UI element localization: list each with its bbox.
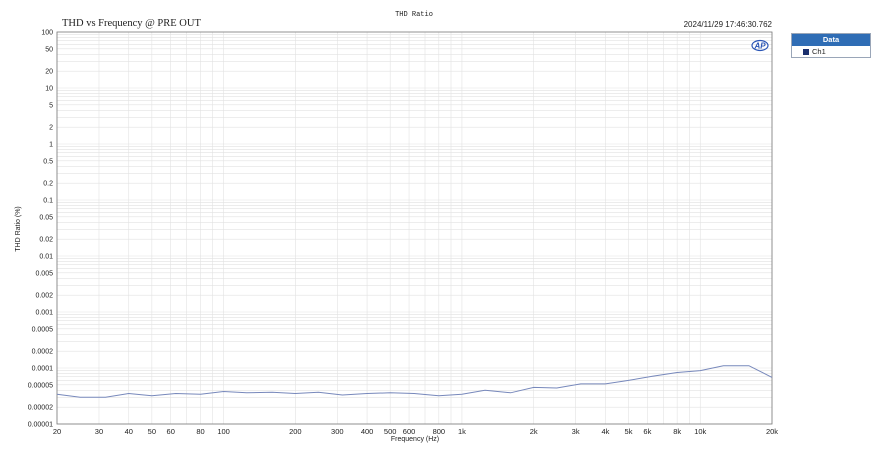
legend: Data Ch1	[791, 33, 871, 58]
y-tick-label: 0.001	[35, 310, 53, 317]
gridlines	[56, 32, 773, 425]
y-tick-label: 5	[49, 102, 53, 109]
chart-timestamp: 2024/11/29 17:46:30.762	[684, 20, 773, 29]
x-tick-label: 500	[384, 427, 397, 436]
x-tick-label: 4k	[601, 427, 609, 436]
y-tick-label: 0.005	[35, 270, 53, 277]
y-tick-label: 0.02	[39, 237, 53, 244]
y-tick-label: 0.00001	[28, 422, 53, 429]
y-tick-label: 0.00002	[28, 405, 53, 412]
x-tick-label: 1k	[458, 427, 466, 436]
y-tick-label: 0.5	[43, 158, 53, 165]
y-tick-label: 100	[41, 30, 53, 37]
svg-text:AP: AP	[753, 42, 766, 51]
x-tick-label: 40	[125, 427, 133, 436]
x-tick-labels: 20 30 40 50 60 80 100 200 300 400 500 600 800 1k 2k 3k 4…	[53, 427, 778, 436]
x-tick-label: 20	[53, 427, 61, 436]
legend-item-ch1[interactable]: Ch1	[792, 46, 870, 57]
y-tick-label: 0.01	[39, 254, 53, 261]
x-tick-label: 50	[148, 427, 156, 436]
legend-swatch	[803, 48, 809, 55]
x-tick-label: 10k	[694, 427, 706, 436]
y-tick-label: 10	[45, 86, 53, 93]
x-tick-label: 20k	[766, 427, 778, 436]
chart-top-label: THD Ratio	[395, 11, 433, 19]
ap-logo-icon: AP	[751, 39, 769, 52]
x-tick-label: 2k	[530, 427, 538, 436]
y-axis-label: THD Ratio (%)	[15, 206, 22, 252]
x-axis-label: Frequency (Hz)	[391, 436, 439, 443]
x-tick-label: 60	[167, 427, 175, 436]
x-tick-label: 80	[196, 427, 204, 436]
y-tick-label: 20	[45, 69, 53, 76]
y-tick-label: 0.0002	[32, 349, 54, 356]
x-tick-label: 400	[361, 427, 374, 436]
y-tick-label: 0.0005	[32, 326, 54, 333]
y-tick-label: 0.002	[35, 293, 53, 300]
legend-title: Data	[792, 34, 870, 46]
x-tick-label: 600	[403, 427, 416, 436]
y-tick-labels: 100 50 20 10 5 2 1 0.5 0.2 0.1 0.05 0.02 0.01 0.005 0.…	[28, 30, 53, 429]
y-tick-label: 0.1	[43, 198, 53, 205]
x-tick-label: 200	[289, 427, 302, 436]
y-tick-label: 0.0001	[32, 366, 54, 373]
x-tick-label: 5k	[625, 427, 633, 436]
x-tick-label: 100	[217, 427, 230, 436]
x-tick-label: 8k	[673, 427, 681, 436]
x-tick-label: 30	[95, 427, 103, 436]
chart-title: THD vs Frequency @ PRE OUT	[62, 18, 201, 29]
y-tick-label: 1	[49, 142, 53, 149]
y-tick-label: 2	[49, 125, 53, 132]
x-tick-label: 300	[331, 427, 344, 436]
y-tick-label: 0.05	[39, 214, 53, 221]
x-tick-label: 3k	[572, 427, 580, 436]
x-tick-label: 800	[433, 427, 446, 436]
x-tick-label: 6k	[643, 427, 651, 436]
y-tick-label: 50	[45, 46, 53, 53]
chart-canvas: THD Ratio THD vs Frequency @ PRE OUT 202…	[15, 11, 778, 443]
legend-item-label: Ch1	[812, 47, 826, 56]
y-tick-label: 0.2	[43, 181, 53, 188]
y-tick-label: 0.00005	[28, 382, 53, 389]
